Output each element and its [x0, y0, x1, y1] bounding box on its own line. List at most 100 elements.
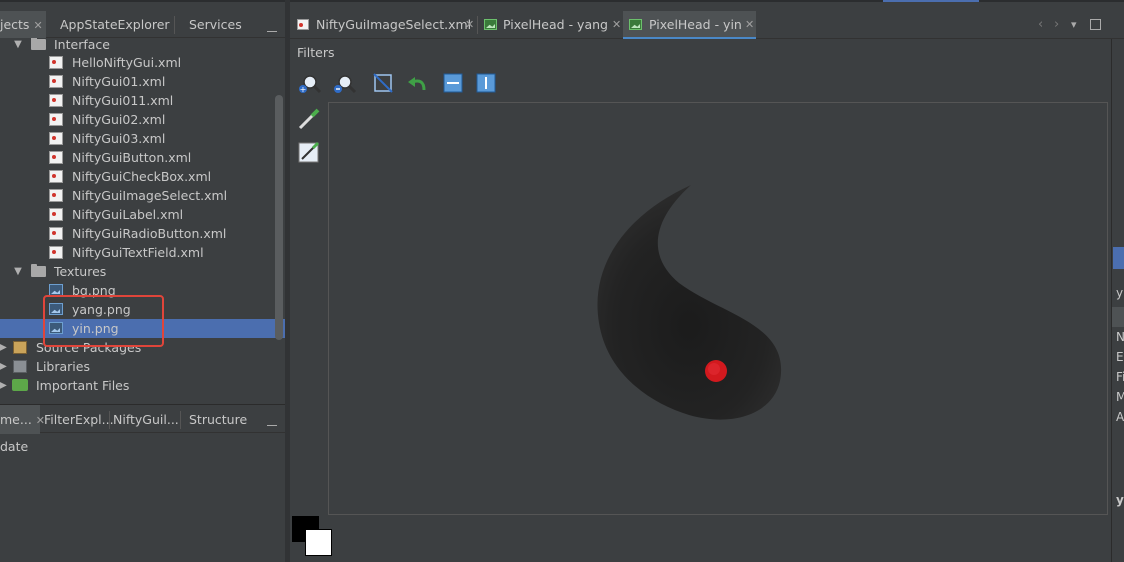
tree-file-item[interactable]: NiftyGui02.xml	[0, 110, 285, 129]
tree-scrollbar[interactable]	[275, 95, 283, 340]
library-icon	[13, 360, 27, 373]
image-canvas[interactable]	[328, 102, 1108, 515]
tab-pixelhead-yin[interactable]: PixelHead - yin ✕	[623, 11, 756, 39]
minimize-icon[interactable]	[267, 31, 277, 32]
xml-file-icon	[49, 208, 63, 221]
tab-appstate-explorer[interactable]: AppStateExplorer	[60, 11, 170, 38]
tree-file-label: NiftyGui03.xml	[72, 131, 166, 146]
tab-projects-label: jects	[0, 17, 30, 32]
tree-file-label: NiftyGui01.xml	[72, 74, 166, 89]
left-tab-bar: jects ✕ AppStateExplorer Services	[0, 11, 285, 38]
chevron-left-icon[interactable]: ‹	[1038, 11, 1043, 39]
tab-nifty-label: NiftyGuil...	[113, 412, 179, 427]
zoom-in-icon[interactable]: +	[299, 75, 322, 94]
xml-file-icon	[49, 56, 63, 69]
side-tools	[298, 108, 320, 163]
tab-services[interactable]: Services	[189, 11, 242, 38]
filters-label[interactable]: Filters	[297, 44, 334, 62]
tree-folder-interface[interactable]: ▼ Interface	[0, 38, 285, 54]
close-icon[interactable]: ✕	[745, 11, 754, 39]
chevron-right-icon[interactable]: ▶	[0, 338, 9, 357]
editor-toolbar: +	[299, 73, 496, 94]
xml-file-icon	[297, 19, 309, 30]
tab-navigator[interactable]: me... ✕	[0, 405, 45, 434]
right-panel-text: y	[1116, 286, 1124, 300]
tree-file-item[interactable]: NiftyGui01.xml	[0, 72, 285, 91]
flip-horizontal-icon[interactable]	[443, 73, 463, 93]
close-icon[interactable]: ✕	[465, 11, 474, 39]
tab-navigator-label: me...	[0, 412, 32, 427]
important-files-icon	[12, 379, 28, 391]
tree-file-item[interactable]: HelloNiftyGui.xml	[0, 53, 285, 72]
zoom-out-icon[interactable]	[334, 75, 357, 94]
tree-file-item[interactable]: NiftyGuiButton.xml	[0, 148, 285, 167]
right-properties-panel	[1111, 39, 1124, 562]
project-tree: ▼ Interface HelloNiftyGui.xml NiftyGui01…	[0, 38, 285, 403]
xml-file-icon	[49, 151, 63, 164]
undo-icon[interactable]	[408, 77, 426, 91]
yin-shape	[597, 185, 782, 420]
tree-node-label: Important Files	[36, 378, 130, 393]
close-icon[interactable]: ✕	[612, 11, 621, 39]
tab-divider	[174, 16, 175, 34]
right-panel-text: Fi	[1116, 370, 1124, 384]
tree-node-libraries[interactable]: ▶ Libraries	[0, 357, 285, 376]
tab-structure-label: Structure	[189, 412, 248, 427]
fill-tool-icon[interactable]	[298, 141, 320, 163]
tree-file-item[interactable]: NiftyGuiCheckBox.xml	[0, 167, 285, 186]
tree-folder-label: Interface	[54, 38, 110, 52]
bottom-left-tab-bar: me... ✕ FilterExpl... NiftyGuil... Struct…	[0, 404, 285, 434]
tree-file-item[interactable]: NiftyGuiImageSelect.xml	[0, 186, 285, 205]
editor-tab-label: NiftyGuiImageSelect.xml	[316, 17, 472, 32]
minimize-icon[interactable]	[267, 425, 277, 426]
color-picker-icon[interactable]	[298, 108, 320, 130]
tab-projects[interactable]: jects ✕	[0, 11, 46, 38]
editor-tab-label: PixelHead - yang	[503, 17, 608, 32]
image-editor-icon	[484, 19, 497, 30]
top-accent-bar	[883, 0, 979, 2]
tree-file-label: NiftyGuiButton.xml	[72, 150, 192, 165]
xml-file-icon	[49, 189, 63, 202]
tree-file-item[interactable]: NiftyGui03.xml	[0, 129, 285, 148]
tree-file-item[interactable]: NiftyGuiLabel.xml	[0, 205, 285, 224]
chevron-right-icon[interactable]: ▶	[0, 376, 9, 395]
tab-appstate-label: AppStateExplorer	[60, 17, 170, 32]
xml-file-icon	[49, 75, 63, 88]
tree-file-item[interactable]: NiftyGuiRadioButton.xml	[0, 224, 285, 243]
tree-folder-textures[interactable]: ▼ Textures	[0, 262, 285, 281]
tab-pixelhead-yang[interactable]: PixelHead - yang ✕	[478, 11, 622, 39]
xml-file-icon	[49, 227, 63, 240]
right-panel-text: E:	[1116, 350, 1124, 364]
chevron-down-icon[interactable]: ▾	[1071, 11, 1077, 39]
resize-icon[interactable]	[373, 73, 393, 93]
tree-folder-label: Textures	[54, 264, 107, 279]
tree-file-item[interactable]: NiftyGui011.xml	[0, 91, 285, 110]
tab-filter-explorer[interactable]: FilterExpl...	[44, 405, 114, 434]
tab-structure[interactable]: Structure	[189, 405, 247, 434]
tree-file-label: NiftyGuiTextField.xml	[72, 245, 204, 260]
tree-node-label: Libraries	[36, 359, 90, 374]
chevron-right-icon[interactable]: ▶	[0, 357, 9, 376]
image-editor-icon	[629, 19, 642, 30]
svg-text:+: +	[300, 85, 307, 94]
tab-nifty-gui[interactable]: NiftyGuil...	[113, 405, 179, 434]
tree-file-item[interactable]: NiftyGuiTextField.xml	[0, 243, 285, 262]
editor-tab-bar: NiftyGuiImageSelect.xml ✕ PixelHead - ya…	[290, 11, 1124, 39]
chevron-right-icon[interactable]: ›	[1054, 11, 1059, 39]
chevron-down-icon[interactable]: ▼	[12, 262, 24, 281]
close-icon[interactable]: ✕	[33, 12, 42, 39]
tab-filter-label: FilterExpl...	[44, 412, 114, 427]
maximize-icon[interactable]	[1090, 19, 1101, 30]
secondary-color-swatch[interactable]	[305, 529, 332, 556]
tab-niftygui-imageselect[interactable]: NiftyGuiImageSelect.xml ✕	[290, 11, 476, 39]
flip-vertical-icon[interactable]	[476, 73, 496, 93]
folder-open-icon	[31, 38, 46, 50]
package-icon	[13, 341, 27, 354]
tree-node-important-files[interactable]: ▶ Important Files	[0, 376, 285, 395]
xml-file-icon	[49, 246, 63, 259]
right-panel-selector[interactable]	[1113, 247, 1124, 269]
editor-tab-label: PixelHead - yin	[649, 17, 742, 32]
yin-image	[597, 185, 782, 420]
bottom-left-panel: date	[0, 434, 285, 562]
chevron-down-icon[interactable]: ▼	[12, 38, 24, 54]
